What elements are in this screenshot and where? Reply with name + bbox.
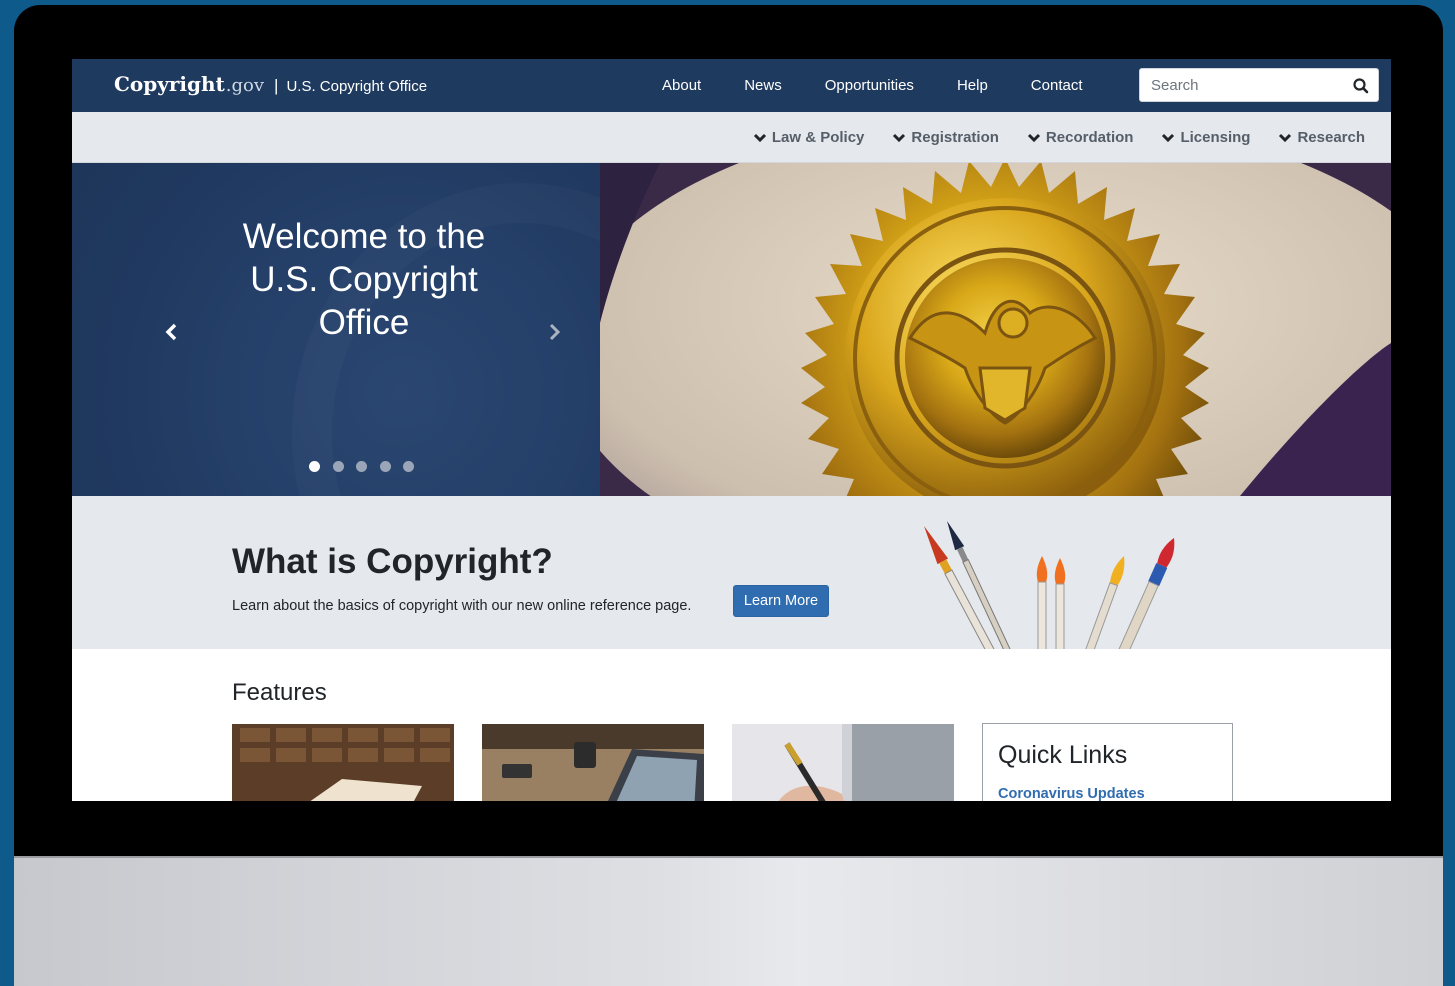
- nav-news[interactable]: News: [744, 77, 782, 94]
- main-nav: About News Opportunities Help Contact: [662, 59, 1126, 112]
- band-description: Learn about the basics of copyright with…: [232, 598, 692, 614]
- features-heading: Features: [232, 679, 327, 706]
- hero-title: Welcome to the U.S. Copyright Office: [242, 217, 486, 342]
- carousel-dot[interactable]: [309, 461, 320, 472]
- paintbrushes-image: [892, 496, 1232, 663]
- hero-carousel: Welcome to the U.S. Copyright Office: [72, 163, 1391, 496]
- chevron-down-icon: [1027, 133, 1040, 142]
- feature-card-signing[interactable]: [732, 724, 954, 801]
- site-logo-tld[interactable]: .gov: [226, 75, 264, 96]
- hero-seal-image: [560, 163, 1391, 496]
- secondary-nav: Law & Policy Registration Recordation Li…: [72, 112, 1391, 163]
- band-title: What is Copyright?: [232, 542, 553, 581]
- carousel-dot[interactable]: [379, 461, 391, 472]
- carousel-dot[interactable]: [403, 461, 414, 472]
- subnav-licensing[interactable]: Licensing: [1161, 129, 1250, 146]
- subnav-label: Law & Policy: [771, 129, 865, 146]
- nav-opportunities[interactable]: Opportunities: [825, 77, 914, 94]
- hero-caption-panel: Welcome to the U.S. Copyright Office: [72, 163, 600, 496]
- browser-screen: Copyright .gov | U.S. Copyright Office A…: [72, 59, 1391, 801]
- nav-contact[interactable]: Contact: [1031, 77, 1083, 94]
- subnav-law-policy[interactable]: Law & Policy: [753, 129, 865, 146]
- carousel-next-icon[interactable]: [542, 318, 566, 346]
- subnav-registration[interactable]: Registration: [892, 129, 999, 146]
- site-logo[interactable]: Copyright: [114, 72, 225, 96]
- carousel-prev-icon[interactable]: [160, 318, 184, 346]
- what-is-copyright-band: What is Copyright? Learn about the basic…: [72, 496, 1391, 663]
- feature-card-archive[interactable]: [232, 724, 454, 801]
- subnav-label: Research: [1297, 129, 1365, 146]
- chevron-down-icon: [893, 133, 906, 142]
- nav-about[interactable]: About: [662, 77, 701, 94]
- chevron-down-icon: [1162, 133, 1175, 142]
- top-navbar: Copyright .gov | U.S. Copyright Office A…: [72, 59, 1391, 112]
- monitor-chin: [14, 856, 1443, 986]
- carousel-indicators: [309, 461, 427, 472]
- feature-card-desk[interactable]: [482, 724, 704, 801]
- search-box: [1139, 68, 1379, 102]
- subnav-recordation[interactable]: Recordation: [1027, 129, 1134, 146]
- search-input[interactable]: [1140, 69, 1340, 101]
- carousel-dot[interactable]: [356, 461, 367, 472]
- subnav-research[interactable]: Research: [1278, 129, 1365, 146]
- learn-more-button[interactable]: Learn More: [733, 585, 829, 617]
- subnav-label: Recordation: [1045, 129, 1134, 146]
- carousel-dot[interactable]: [332, 461, 344, 472]
- office-name[interactable]: U.S. Copyright Office: [286, 78, 427, 95]
- quick-links-panel: Quick Links Coronavirus Updates: [982, 723, 1233, 801]
- quick-links-title: Quick Links: [998, 741, 1128, 769]
- subnav-label: Registration: [911, 129, 999, 146]
- nav-help[interactable]: Help: [957, 77, 988, 94]
- chevron-down-icon: [1279, 133, 1292, 142]
- quick-link-coronavirus[interactable]: Coronavirus Updates: [998, 786, 1145, 801]
- subnav-label: Licensing: [1180, 129, 1251, 146]
- site-brand[interactable]: Copyright .gov | U.S. Copyright Office: [114, 72, 427, 96]
- search-icon[interactable]: [1350, 75, 1372, 97]
- chevron-down-icon: [753, 133, 766, 142]
- brand-separator: |: [274, 76, 279, 95]
